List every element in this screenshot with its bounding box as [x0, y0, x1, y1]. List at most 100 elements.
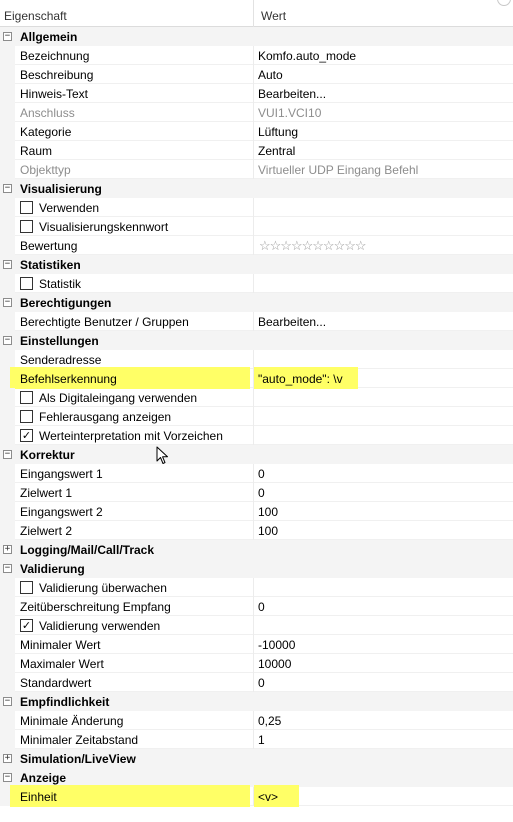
property-row-zeitueberschreitung[interactable]: Zeitüberschreitung Empfang 0: [0, 597, 513, 616]
collapse-icon[interactable]: −: [3, 697, 12, 706]
category-simulation[interactable]: + Simulation/LiveView: [0, 749, 513, 768]
category-label: Einstellungen: [20, 334, 99, 348]
property-value[interactable]: Zentral: [258, 144, 295, 158]
property-value[interactable]: 0,25: [258, 714, 281, 728]
property-name: Objekttyp: [20, 163, 71, 177]
verwenden-checkbox[interactable]: [20, 201, 33, 214]
category-korrektur[interactable]: − Korrektur: [0, 445, 513, 464]
expand-icon[interactable]: +: [3, 545, 12, 554]
property-row-zielwert-1[interactable]: Zielwert 1 0: [0, 483, 513, 502]
property-value[interactable]: 1: [258, 733, 265, 747]
property-row-bezeichnung[interactable]: Bezeichnung Komfo.auto_mode: [0, 46, 513, 65]
property-row-hinweis-text[interactable]: Hinweis-Text Bearbeiten...: [0, 84, 513, 103]
property-name: Fehlerausgang anzeigen: [39, 410, 172, 424]
validierung-ueberwachen-checkbox[interactable]: [20, 581, 33, 594]
collapse-icon[interactable]: −: [3, 336, 12, 345]
property-row-fehlerausgang[interactable]: Fehlerausgang anzeigen: [0, 407, 513, 426]
property-name: Hinweis-Text: [20, 87, 89, 101]
property-name: Raum: [20, 144, 53, 158]
property-value[interactable]: 0: [258, 676, 265, 690]
property-value[interactable]: 0: [258, 600, 265, 614]
property-value[interactable]: Auto: [258, 68, 283, 82]
property-row-raum[interactable]: Raum Zentral: [0, 141, 513, 160]
property-row-validierung-ueberwachen[interactable]: Validierung überwachen: [0, 578, 513, 597]
property-row-beschreibung[interactable]: Beschreibung Auto: [0, 65, 513, 84]
property-value[interactable]: 10000: [258, 657, 291, 671]
property-value[interactable]: Komfo.auto_mode: [258, 49, 356, 63]
category-empfindlichkeit[interactable]: − Empfindlichkeit: [0, 692, 513, 711]
property-value[interactable]: Bearbeiten...: [258, 87, 326, 101]
property-name: Berechtigte Benutzer / Gruppen: [20, 315, 189, 329]
category-validierung[interactable]: − Validierung: [0, 559, 513, 578]
property-grid: − Allgemein Bezeichnung Komfo.auto_mode …: [0, 27, 513, 807]
property-row-bewertung[interactable]: Bewertung ☆☆☆☆☆☆☆☆☆☆: [0, 236, 513, 255]
werteinterpretation-checkbox[interactable]: ✓: [20, 429, 33, 442]
property-row-visualisierungskennwort[interactable]: Visualisierungskennwort: [0, 217, 513, 236]
property-row-zielwert-2[interactable]: Zielwert 2 100: [0, 521, 513, 540]
property-value[interactable]: 0: [258, 486, 265, 500]
property-row-minimaler-zeitabstand[interactable]: Minimaler Zeitabstand 1: [0, 730, 513, 749]
collapse-icon[interactable]: −: [3, 184, 12, 193]
property-row-minimaler-wert[interactable]: Minimaler Wert -10000: [0, 635, 513, 654]
collapse-icon[interactable]: −: [3, 260, 12, 269]
property-row-anschluss: Anschluss VUI1.VCI10: [0, 103, 513, 122]
category-einstellungen[interactable]: − Einstellungen: [0, 331, 513, 350]
property-value[interactable]: <v>: [258, 790, 278, 804]
category-label: Berechtigungen: [20, 296, 112, 310]
property-name: Visualisierungskennwort: [39, 220, 169, 234]
property-row-kategorie[interactable]: Kategorie Lüftung: [0, 122, 513, 141]
property-row-werteinterpretation[interactable]: ✓ Werteinterpretation mit Vorzeichen: [0, 426, 513, 445]
property-name: Einheit: [20, 790, 57, 804]
property-value[interactable]: Bearbeiten...: [258, 315, 326, 329]
property-row-einheit[interactable]: Einheit <v>: [0, 785, 513, 807]
property-row-validierung-verwenden[interactable]: ✓ Validierung verwenden: [0, 616, 513, 635]
validierung-verwenden-checkbox[interactable]: ✓: [20, 619, 33, 632]
collapse-icon[interactable]: −: [3, 773, 12, 782]
statistik-checkbox[interactable]: [20, 277, 33, 290]
property-row-befehlserkennung[interactable]: Befehlserkennung "auto_mode": \v: [0, 367, 513, 389]
category-berechtigungen[interactable]: − Berechtigungen: [0, 293, 513, 312]
category-label: Simulation/LiveView: [20, 752, 136, 766]
property-name: Minimale Änderung: [20, 714, 124, 728]
expand-icon[interactable]: +: [3, 754, 12, 763]
collapse-icon[interactable]: −: [3, 32, 12, 41]
resize-grip-icon: [497, 0, 511, 6]
property-row-eingangswert-2[interactable]: Eingangswert 2 100: [0, 502, 513, 521]
column-header-value[interactable]: Wert: [261, 9, 286, 23]
property-value[interactable]: "auto_mode": \v: [258, 372, 343, 386]
property-value[interactable]: 100: [258, 505, 278, 519]
collapse-icon[interactable]: −: [3, 564, 12, 573]
property-row-verwenden[interactable]: Verwenden: [0, 198, 513, 217]
property-row-statistik[interactable]: Statistik: [0, 274, 513, 293]
digitaleingang-checkbox[interactable]: [20, 391, 33, 404]
property-row-standardwert[interactable]: Standardwert 0: [0, 673, 513, 692]
category-allgemein[interactable]: − Allgemein: [0, 27, 513, 46]
collapse-icon[interactable]: −: [3, 298, 12, 307]
property-name: Validierung überwachen: [39, 581, 167, 595]
visualisierungskennwort-checkbox[interactable]: [20, 220, 33, 233]
property-value[interactable]: -10000: [258, 638, 295, 652]
property-value[interactable]: 0: [258, 467, 265, 481]
fehlerausgang-checkbox[interactable]: [20, 410, 33, 423]
property-row-berechtigte-benutzer[interactable]: Berechtigte Benutzer / Gruppen Bearbeite…: [0, 312, 513, 331]
category-label: Visualisierung: [20, 182, 102, 196]
property-row-als-digitaleingang[interactable]: Als Digitaleingang verwenden: [0, 388, 513, 407]
column-divider[interactable]: [253, 0, 254, 27]
property-name: Eingangswert 2: [20, 505, 103, 519]
property-row-maximaler-wert[interactable]: Maximaler Wert 10000: [0, 654, 513, 673]
star-rating-icon[interactable]: ☆☆☆☆☆☆☆☆☆☆: [259, 238, 367, 254]
category-logging[interactable]: + Logging/Mail/Call/Track: [0, 540, 513, 559]
property-name: Werteinterpretation mit Vorzeichen: [39, 429, 223, 443]
property-value[interactable]: Lüftung: [258, 125, 298, 139]
property-row-eingangswert-1[interactable]: Eingangswert 1 0: [0, 464, 513, 483]
category-visualisierung[interactable]: − Visualisierung: [0, 179, 513, 198]
category-statistiken[interactable]: − Statistiken: [0, 255, 513, 274]
column-header-property[interactable]: Eigenschaft: [4, 9, 67, 23]
property-name: Standardwert: [20, 676, 92, 690]
collapse-icon[interactable]: −: [3, 450, 12, 459]
property-name: Eingangswert 1: [20, 467, 103, 481]
property-row-minimale-aenderung[interactable]: Minimale Änderung 0,25: [0, 711, 513, 730]
property-value: VUI1.VCI10: [258, 106, 322, 120]
property-value[interactable]: 100: [258, 524, 278, 538]
property-name: Minimaler Zeitabstand: [20, 733, 139, 747]
